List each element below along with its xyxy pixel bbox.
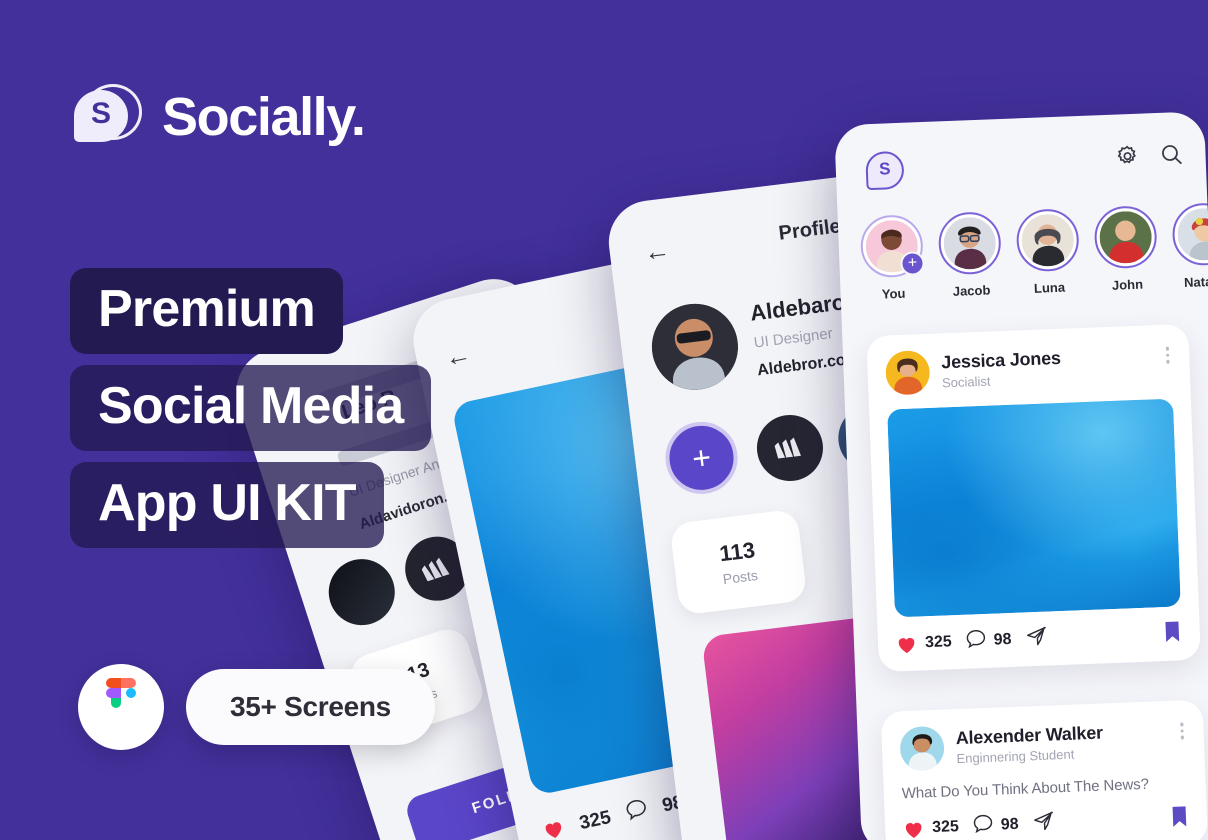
story-item-nataliy[interactable]: Nataliy bbox=[1171, 202, 1208, 316]
heart-icon[interactable] bbox=[896, 634, 918, 654]
like-group[interactable]: 325 bbox=[903, 818, 959, 839]
stat-label: Posts bbox=[721, 566, 759, 588]
avatar bbox=[1176, 207, 1208, 262]
comment-icon[interactable] bbox=[624, 797, 650, 826]
avatar[interactable] bbox=[899, 725, 945, 772]
story-label: Nataliy bbox=[1183, 273, 1208, 291]
heart-icon[interactable] bbox=[903, 819, 925, 839]
more-vertical-icon[interactable] bbox=[1179, 722, 1184, 740]
post-author-name: Alexender Walker bbox=[955, 722, 1104, 749]
profile-avatar bbox=[647, 298, 743, 395]
avatar[interactable] bbox=[884, 349, 931, 396]
post-header: Alexender Walker Enginnering Student bbox=[899, 716, 1186, 772]
headline-line-3: App UI KIT bbox=[70, 462, 384, 548]
profile-role: UI Designer bbox=[752, 325, 834, 352]
brand-circle-dark[interactable] bbox=[320, 550, 404, 634]
back-arrow-icon[interactable]: ← bbox=[642, 234, 672, 268]
brand-lockup: S Socially. bbox=[74, 82, 366, 152]
bookmark-icon[interactable] bbox=[1171, 805, 1187, 833]
post-author-name: Jessica Jones bbox=[940, 347, 1062, 373]
post-author-role: Socialist bbox=[941, 373, 991, 391]
feed-post-card: Jessica Jones Socialist 325 98 bbox=[866, 323, 1201, 673]
headline-line-1: Premium bbox=[70, 268, 343, 354]
topbar-icons bbox=[1115, 142, 1184, 174]
feed-topbar: S bbox=[834, 111, 1207, 211]
like-count: 325 bbox=[924, 633, 953, 652]
heart-icon[interactable] bbox=[542, 818, 566, 840]
headline-block: Premium Social Media App UI KIT bbox=[70, 268, 432, 559]
story-item-john[interactable]: John bbox=[1093, 205, 1159, 319]
brand-name: Socially. bbox=[162, 87, 366, 147]
story-label: Jacob bbox=[952, 282, 991, 299]
story-item-jacob[interactable]: Jacob bbox=[937, 211, 1004, 325]
feed-post-card: Alexender Walker Enginnering Student Wha… bbox=[880, 699, 1208, 840]
post-header: Jessica Jones Socialist bbox=[884, 341, 1172, 396]
search-icon[interactable] bbox=[1159, 142, 1184, 172]
more-vertical-icon[interactable] bbox=[1165, 346, 1170, 364]
comment-count: 98 bbox=[993, 630, 1012, 649]
headline-row-3: App UI KIT bbox=[70, 462, 431, 548]
comment-count: 98 bbox=[1000, 815, 1019, 834]
avatar bbox=[1020, 213, 1075, 268]
bookmark-icon[interactable] bbox=[1164, 620, 1180, 648]
story-label: John bbox=[1111, 276, 1144, 293]
post-image[interactable] bbox=[887, 398, 1181, 618]
post-caption: What Do You Think About The News? bbox=[901, 775, 1150, 803]
post-author-block: Jessica Jones Socialist bbox=[941, 348, 1062, 391]
story-item-you[interactable]: + You bbox=[859, 214, 926, 328]
promo-stage: Leo R UI Designer And Aldavidoron.com 11… bbox=[0, 0, 1208, 840]
stories-row[interactable]: + You Jacob Luna John Nataliy bbox=[838, 202, 1208, 329]
profile-stat-posts: 113 Posts bbox=[669, 508, 808, 616]
phone-mockup-main-feed: S + You Jacob Luna John Nataliy Jessica … bbox=[834, 111, 1208, 840]
headline-row-2: Social Media bbox=[70, 365, 432, 451]
comment-icon[interactable] bbox=[965, 629, 986, 654]
post-author-role: Enginnering Student bbox=[956, 746, 1075, 767]
add-story-badge[interactable]: + bbox=[900, 251, 925, 276]
screens-count-badge: 35+ Screens bbox=[186, 669, 435, 745]
comment-group[interactable]: 98 bbox=[972, 813, 1019, 839]
story-label: You bbox=[881, 285, 906, 302]
app-logo-letter: S bbox=[878, 159, 891, 179]
back-arrow-icon[interactable]: ← bbox=[442, 338, 474, 374]
promo-footer: 35+ Screens bbox=[78, 664, 435, 750]
logo-letter: S bbox=[90, 97, 111, 130]
post-action-row: 325 98 bbox=[896, 620, 1183, 657]
like-group[interactable]: 325 bbox=[896, 633, 952, 654]
add-button[interactable]: + bbox=[661, 417, 742, 498]
avatar bbox=[942, 216, 997, 271]
send-icon[interactable] bbox=[1032, 810, 1054, 837]
story-label: Luna bbox=[1033, 279, 1066, 296]
speech-bubble-logo-icon: S bbox=[74, 82, 144, 152]
send-icon[interactable] bbox=[1025, 626, 1047, 653]
gear-icon[interactable] bbox=[1115, 144, 1140, 174]
app-logo-icon: S bbox=[865, 150, 905, 191]
profile-name: Aldebaror bbox=[748, 288, 855, 326]
headline-row-1: Premium bbox=[70, 268, 431, 354]
stat-value: 113 bbox=[718, 537, 757, 567]
like-count: 325 bbox=[577, 806, 613, 834]
story-item-luna[interactable]: Luna bbox=[1015, 208, 1082, 322]
post-author-block: Alexender Walker Enginnering Student bbox=[955, 723, 1104, 767]
avatar bbox=[1098, 210, 1153, 265]
comment-icon[interactable] bbox=[972, 814, 993, 839]
post-action-row: 325 98 bbox=[541, 790, 686, 840]
like-count: 325 bbox=[931, 818, 960, 837]
headline-line-2: Social Media bbox=[70, 365, 432, 451]
comment-group[interactable]: 98 bbox=[965, 628, 1012, 654]
post-action-row: 325 98 bbox=[903, 805, 1190, 840]
figma-logo-icon bbox=[78, 664, 164, 750]
profile-screen-title: Profile bbox=[777, 215, 842, 245]
brand-circle-adidas[interactable] bbox=[753, 411, 827, 485]
